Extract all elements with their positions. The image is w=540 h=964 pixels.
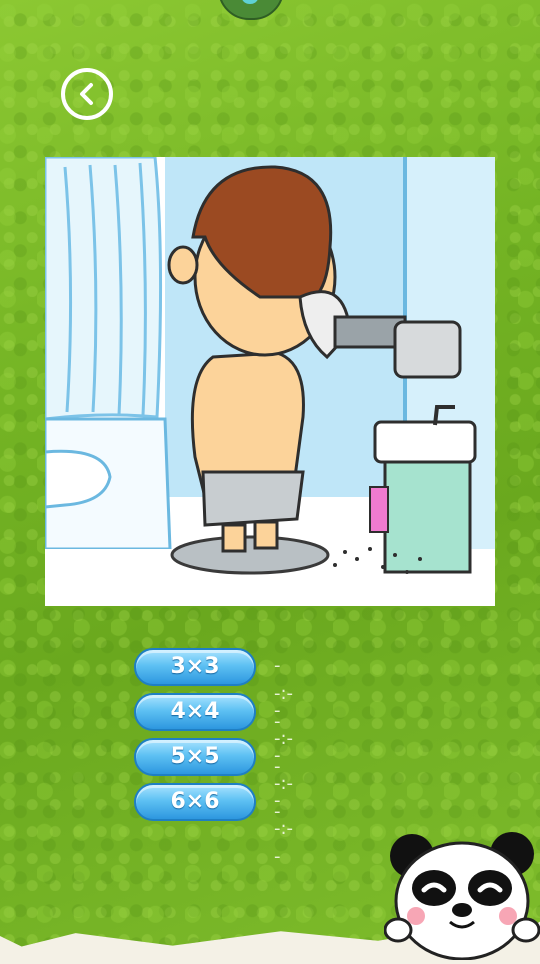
level-4x4-button[interactable]: 4×4 <box>134 693 256 731</box>
back-button[interactable] <box>61 68 113 120</box>
level-3x3-button[interactable]: 3×3 <box>134 648 256 686</box>
panda-mascot-icon <box>383 826 540 961</box>
puzzle-image[interactable] <box>45 157 495 606</box>
best-time-6x6: --:-- <box>274 790 294 867</box>
puzzle-illustration <box>45 157 495 606</box>
level-5x5-button[interactable]: 5×5 <box>134 738 256 776</box>
back-arrow-icon <box>80 83 93 105</box>
level-6x6-button[interactable]: 6×6 <box>134 783 256 821</box>
